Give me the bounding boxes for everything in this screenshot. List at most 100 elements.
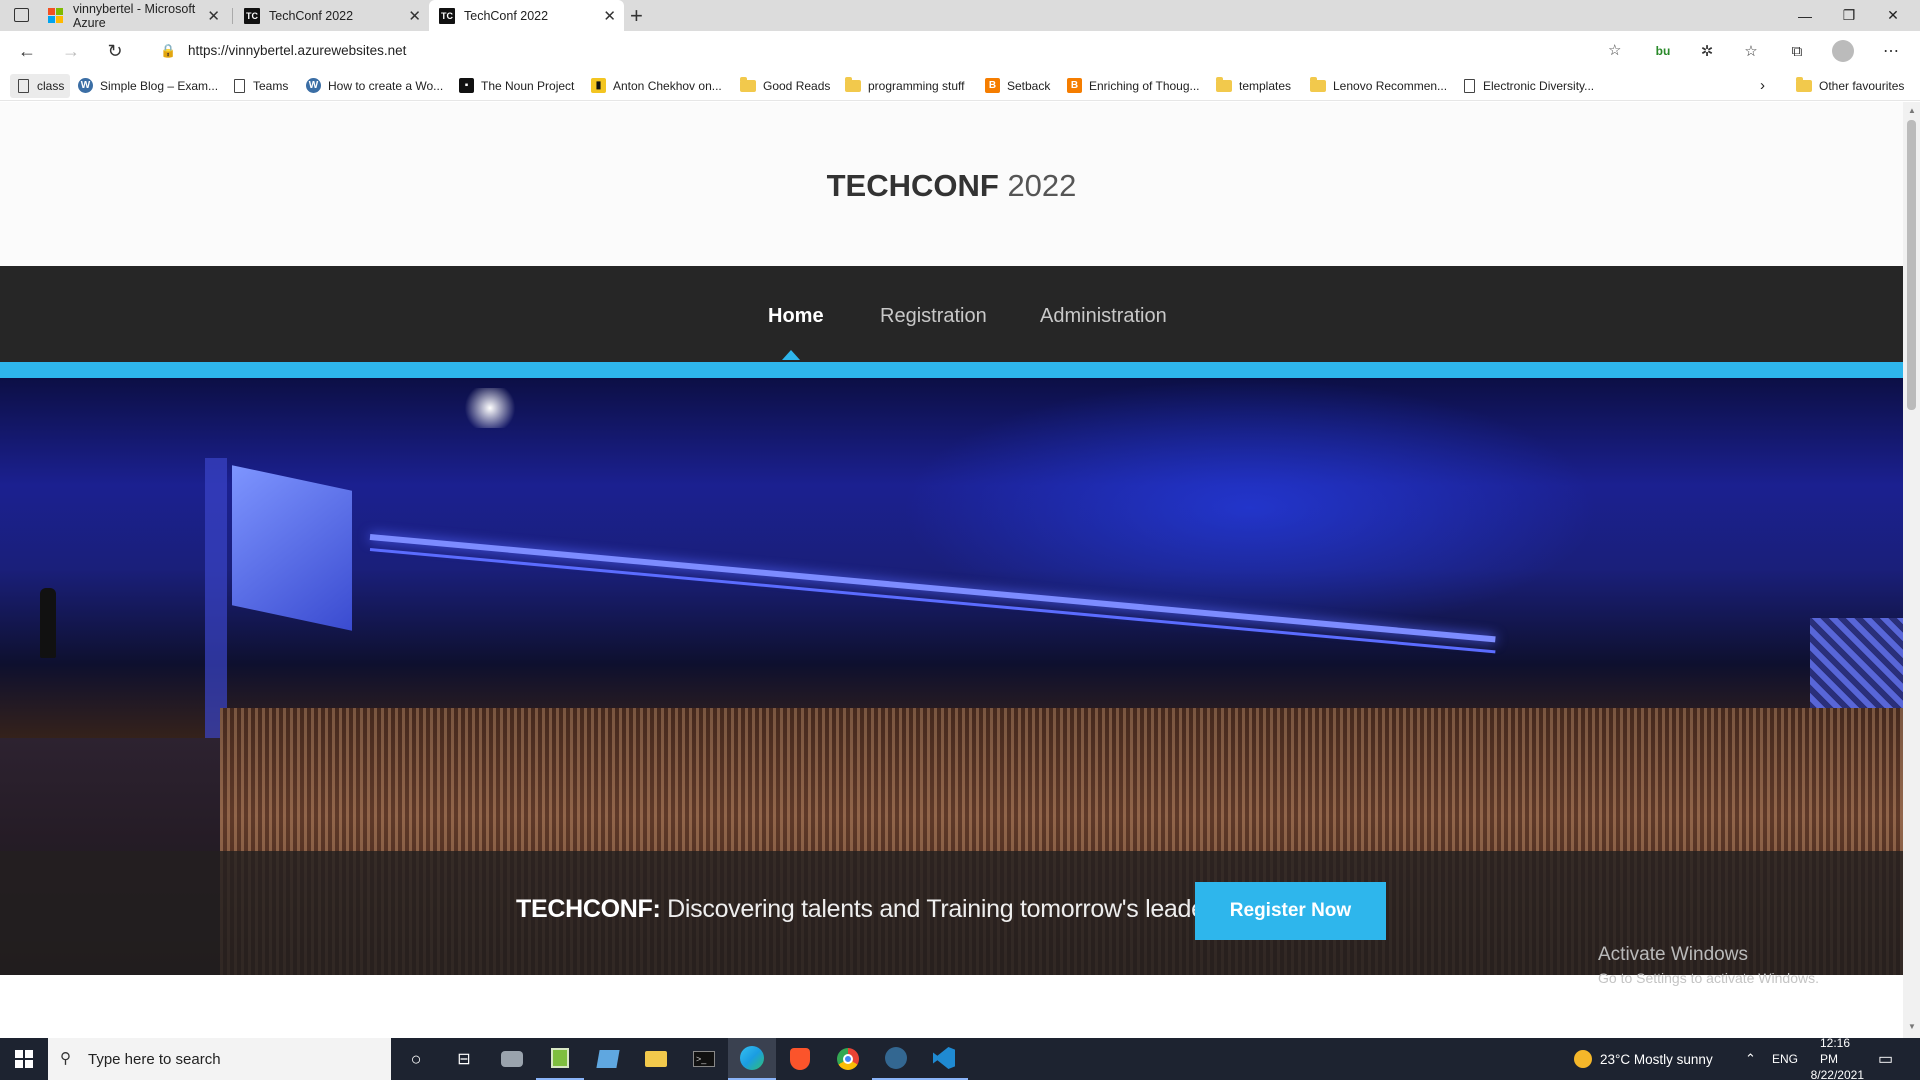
back-icon[interactable]: ← <box>12 37 42 65</box>
app-icon[interactable] <box>488 1038 536 1080</box>
address-bar[interactable]: 🔒 https://vinnybertel.azurewebsites.net … <box>146 36 1626 66</box>
bookmark-other-favourites[interactable]: Other favourites <box>1796 71 1904 100</box>
bookmark-enriching[interactable]: B Enriching of Thoug... <box>1067 71 1200 100</box>
hero-banner: TECHCONF: Discovering talents and Traini… <box>0 378 1903 975</box>
bookmark-good-reads[interactable]: Good Reads <box>740 71 830 100</box>
nav-administration[interactable]: Administration <box>1040 305 1167 328</box>
tab-title: TechConf 2022 <box>269 8 354 23</box>
favorite-star-icon[interactable]: ☆ <box>1608 41 1621 59</box>
register-now-button[interactable]: Register Now <box>1195 882 1386 940</box>
clock[interactable]: 12:16 PM 8/22/2021 <box>1811 1036 1864 1082</box>
extension-icon[interactable]: bu <box>1648 37 1678 65</box>
file-explorer-icon[interactable] <box>632 1038 680 1080</box>
tab-actions-icon[interactable] <box>14 8 29 22</box>
pgadmin-icon[interactable] <box>872 1038 920 1080</box>
clock-date: 8/22/2021 <box>1810 1068 1864 1082</box>
bookmark-anton-chekhov[interactable]: ▮ Anton Chekhov on... <box>591 71 722 100</box>
tab-title: TechConf 2022 <box>464 8 549 23</box>
edit-app-icon[interactable] <box>584 1038 632 1080</box>
page-icon <box>234 78 245 93</box>
speaker-figure <box>40 588 56 658</box>
url-text[interactable]: https://vinnybertel.azurewebsites.net <box>188 43 406 58</box>
active-nav-indicator <box>782 350 800 360</box>
vscode-icon[interactable] <box>920 1038 968 1080</box>
terminal-icon[interactable]: >_ <box>680 1038 728 1080</box>
refresh-icon[interactable]: ↻ <box>100 37 130 65</box>
tab-title: vinnybertel - Microsoft Azure <box>73 1 196 30</box>
folder-icon <box>1796 76 1812 92</box>
noun-project-icon: ▪ <box>459 78 474 93</box>
weather-text: 23°C Mostly sunny <box>1600 1051 1713 1067</box>
close-tab-icon[interactable]: ✕ <box>207 7 220 25</box>
windows-start-icon[interactable] <box>0 1038 48 1080</box>
stage-screen <box>232 465 352 631</box>
tab-techconf-active[interactable]: TC TechConf 2022 ✕ <box>429 0 624 31</box>
browser-toolbar: ← → ↻ 🔒 https://vinnybertel.azurewebsite… <box>0 31 1920 71</box>
bookmark-setback[interactable]: B Setback <box>985 71 1050 100</box>
lock-icon[interactable]: 🔒 <box>160 43 176 59</box>
close-window-icon[interactable]: ✕ <box>1871 0 1915 31</box>
clock-time: 12:16 PM <box>1820 1036 1851 1066</box>
bookmark-noun-project[interactable]: ▪ The Noun Project <box>459 71 574 100</box>
close-tab-icon[interactable]: ✕ <box>603 7 616 25</box>
collections-icon[interactable]: ⧉ <box>1782 37 1812 65</box>
wordpress-icon: W <box>78 78 93 93</box>
search-icon: ⚲ <box>60 1050 71 1067</box>
extensions-puzzle-icon[interactable]: ✲ <box>1692 37 1722 65</box>
forward-icon[interactable]: → <box>56 37 86 65</box>
sun-icon <box>1574 1050 1592 1068</box>
profile-avatar[interactable] <box>1828 37 1858 65</box>
browser-tab-strip: vinnybertel - Microsoft Azure ✕ TC TechC… <box>0 0 1920 31</box>
site-nav: Home Registration Administration <box>0 266 1903 362</box>
task-view-icon[interactable]: ⊟ <box>440 1038 488 1080</box>
microsoft-icon <box>48 7 64 24</box>
more-menu-icon[interactable]: ⋯ <box>1876 37 1906 65</box>
site-header: TECHCONF 2022 <box>0 102 1903 266</box>
blogger-icon: B <box>985 78 1000 93</box>
bookmark-simple-blog[interactable]: W Simple Blog – Exam... <box>78 71 218 100</box>
activate-windows-subtitle: Go to Settings to activate Windows. <box>1598 970 1819 986</box>
bookmark-electronic-diversity[interactable]: Electronic Diversity... <box>1462 71 1594 100</box>
bookmark-templates[interactable]: templates <box>1216 71 1291 100</box>
taskbar-search-box[interactable]: ⚲ Type here to search <box>48 1038 391 1080</box>
notepad-icon[interactable] <box>536 1038 584 1080</box>
chrome-icon[interactable] <box>824 1038 872 1080</box>
scroll-down-icon[interactable]: ▼ <box>1908 1022 1916 1031</box>
close-tab-icon[interactable]: ✕ <box>408 7 421 25</box>
scroll-up-icon[interactable]: ▲ <box>1908 106 1916 115</box>
folder-icon <box>740 76 756 92</box>
bookmark-programming-stuff[interactable]: programming stuff <box>845 71 965 100</box>
bookmarks-bar: class W Simple Blog – Exam... Teams W How … <box>0 71 1920 101</box>
restore-icon[interactable]: ❐ <box>1827 0 1871 31</box>
chevron-up-icon[interactable]: ⌃ <box>1745 1038 1756 1080</box>
activate-windows-title: Activate Windows <box>1598 944 1748 965</box>
cortana-icon[interactable]: ○ <box>392 1038 440 1080</box>
nav-home[interactable]: Home <box>768 305 824 328</box>
bookmark-site-icon: ▮ <box>591 78 606 93</box>
bookmark-class[interactable]: class <box>10 74 71 98</box>
tab-techconf-1[interactable]: TC TechConf 2022 ✕ <box>234 0 429 31</box>
bookmark-teams[interactable]: Teams <box>232 71 288 100</box>
edge-icon[interactable] <box>728 1038 776 1080</box>
nav-registration[interactable]: Registration <box>880 305 987 328</box>
minimize-icon[interactable]: — <box>1783 0 1827 31</box>
language-indicator[interactable]: ENG <box>1772 1038 1798 1080</box>
notifications-icon[interactable]: ▭ <box>1878 1038 1893 1080</box>
brave-icon[interactable] <box>776 1038 824 1080</box>
folder-icon <box>845 76 861 92</box>
accent-bar <box>0 362 1903 378</box>
folder-icon <box>1310 76 1326 92</box>
favorites-icon[interactable]: ☆ <box>1736 37 1766 65</box>
chevron-right-icon[interactable]: › <box>1760 71 1765 100</box>
page-scrollbar[interactable]: ▲ ▼ <box>1903 102 1920 1038</box>
new-tab-icon[interactable]: + <box>630 3 643 29</box>
site-brand[interactable]: TECHCONF 2022 <box>0 168 1903 204</box>
page-icon <box>1464 78 1475 93</box>
bookmark-lenovo[interactable]: Lenovo Recommen... <box>1310 71 1447 100</box>
techconf-favicon: TC <box>439 7 455 24</box>
scrollbar-thumb[interactable] <box>1907 120 1916 410</box>
weather-widget[interactable]: 23°C Mostly sunny <box>1574 1038 1713 1080</box>
bookmark-how-to-create[interactable]: W How to create a Wo... <box>306 71 443 100</box>
web-page: TECHCONF 2022 Home Registration Administ… <box>0 102 1903 1038</box>
tab-azure[interactable]: vinnybertel - Microsoft Azure ✕ <box>38 0 228 31</box>
